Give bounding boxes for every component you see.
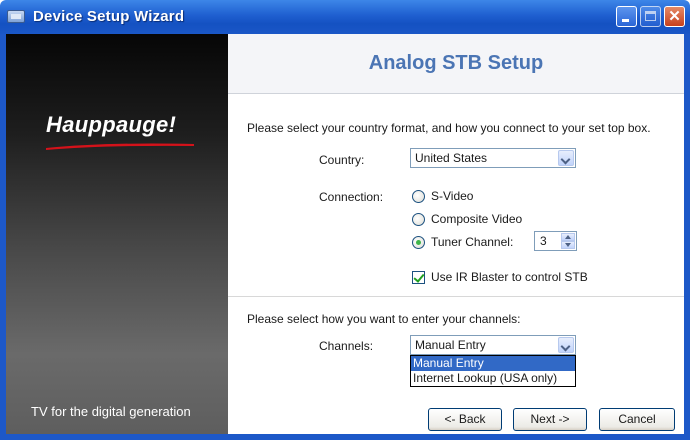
page-header: Analog STB Setup bbox=[228, 34, 684, 94]
spin-up-icon[interactable] bbox=[561, 233, 575, 241]
back-button[interactable]: <- Back bbox=[428, 408, 502, 431]
option-manual-entry[interactable]: Manual Entry bbox=[411, 356, 575, 371]
close-icon: ✕ bbox=[668, 8, 681, 25]
channels-instructions: Please select how you want to enter your… bbox=[247, 312, 521, 326]
next-button[interactable]: Next -> bbox=[513, 408, 587, 431]
close-button[interactable]: ✕ bbox=[664, 6, 685, 27]
tuner-channel-label: Tuner Channel: bbox=[431, 235, 514, 249]
radio-s-video[interactable] bbox=[412, 190, 425, 203]
composite-video-label: Composite Video bbox=[431, 212, 523, 226]
window-frame-right bbox=[684, 34, 690, 440]
maximize-button[interactable] bbox=[640, 6, 661, 27]
maximize-icon bbox=[645, 11, 656, 21]
window-frame-bottom bbox=[0, 434, 690, 440]
window-icon bbox=[7, 10, 25, 23]
title-bar: Device Setup Wizard ✕ bbox=[0, 0, 690, 34]
cancel-button[interactable]: Cancel bbox=[599, 408, 675, 431]
country-value: United States bbox=[415, 151, 488, 165]
option-internet-lookup[interactable]: Internet Lookup (USA only) bbox=[411, 371, 575, 386]
ir-blaster-label: Use IR Blaster to control STB bbox=[431, 270, 588, 284]
hauppauge-logo: Hauppauge! bbox=[46, 112, 177, 137]
channels-dropdown-list: Manual Entry Internet Lookup (USA only) bbox=[410, 355, 576, 387]
logo-swoosh-icon bbox=[46, 143, 194, 150]
window-title: Device Setup Wizard bbox=[33, 8, 185, 25]
country-label: Country: bbox=[319, 153, 365, 167]
tuner-channel-value: 3 bbox=[540, 234, 547, 248]
chevron-down-icon[interactable] bbox=[558, 150, 574, 166]
tagline: TV for the digital generation bbox=[31, 404, 191, 419]
page-title: Analog STB Setup bbox=[368, 52, 544, 74]
brand-panel: Hauppauge! TV for the digital generation bbox=[6, 34, 228, 434]
radio-tuner-channel[interactable] bbox=[412, 236, 425, 249]
s-video-label: S-Video bbox=[431, 189, 474, 203]
channels-label: Channels: bbox=[319, 339, 374, 353]
spin-down-icon[interactable] bbox=[561, 241, 575, 249]
wizard-page: Analog STB Setup Please select your coun… bbox=[228, 34, 684, 434]
spin-buttons[interactable] bbox=[561, 233, 575, 249]
minimize-icon bbox=[622, 19, 629, 22]
channels-value: Manual Entry bbox=[415, 338, 486, 352]
tuner-channel-stepper[interactable]: 3 bbox=[534, 231, 577, 251]
instructions-text: Please select your country format, and h… bbox=[247, 121, 651, 135]
section-divider bbox=[228, 296, 684, 297]
country-select[interactable]: United States bbox=[410, 148, 576, 168]
minimize-button[interactable] bbox=[616, 6, 637, 27]
connection-label: Connection: bbox=[319, 190, 384, 204]
channels-select[interactable]: Manual Entry bbox=[410, 335, 576, 355]
ir-blaster-checkbox[interactable] bbox=[412, 271, 425, 284]
radio-composite-video[interactable] bbox=[412, 213, 425, 226]
chevron-down-icon[interactable] bbox=[558, 337, 574, 353]
